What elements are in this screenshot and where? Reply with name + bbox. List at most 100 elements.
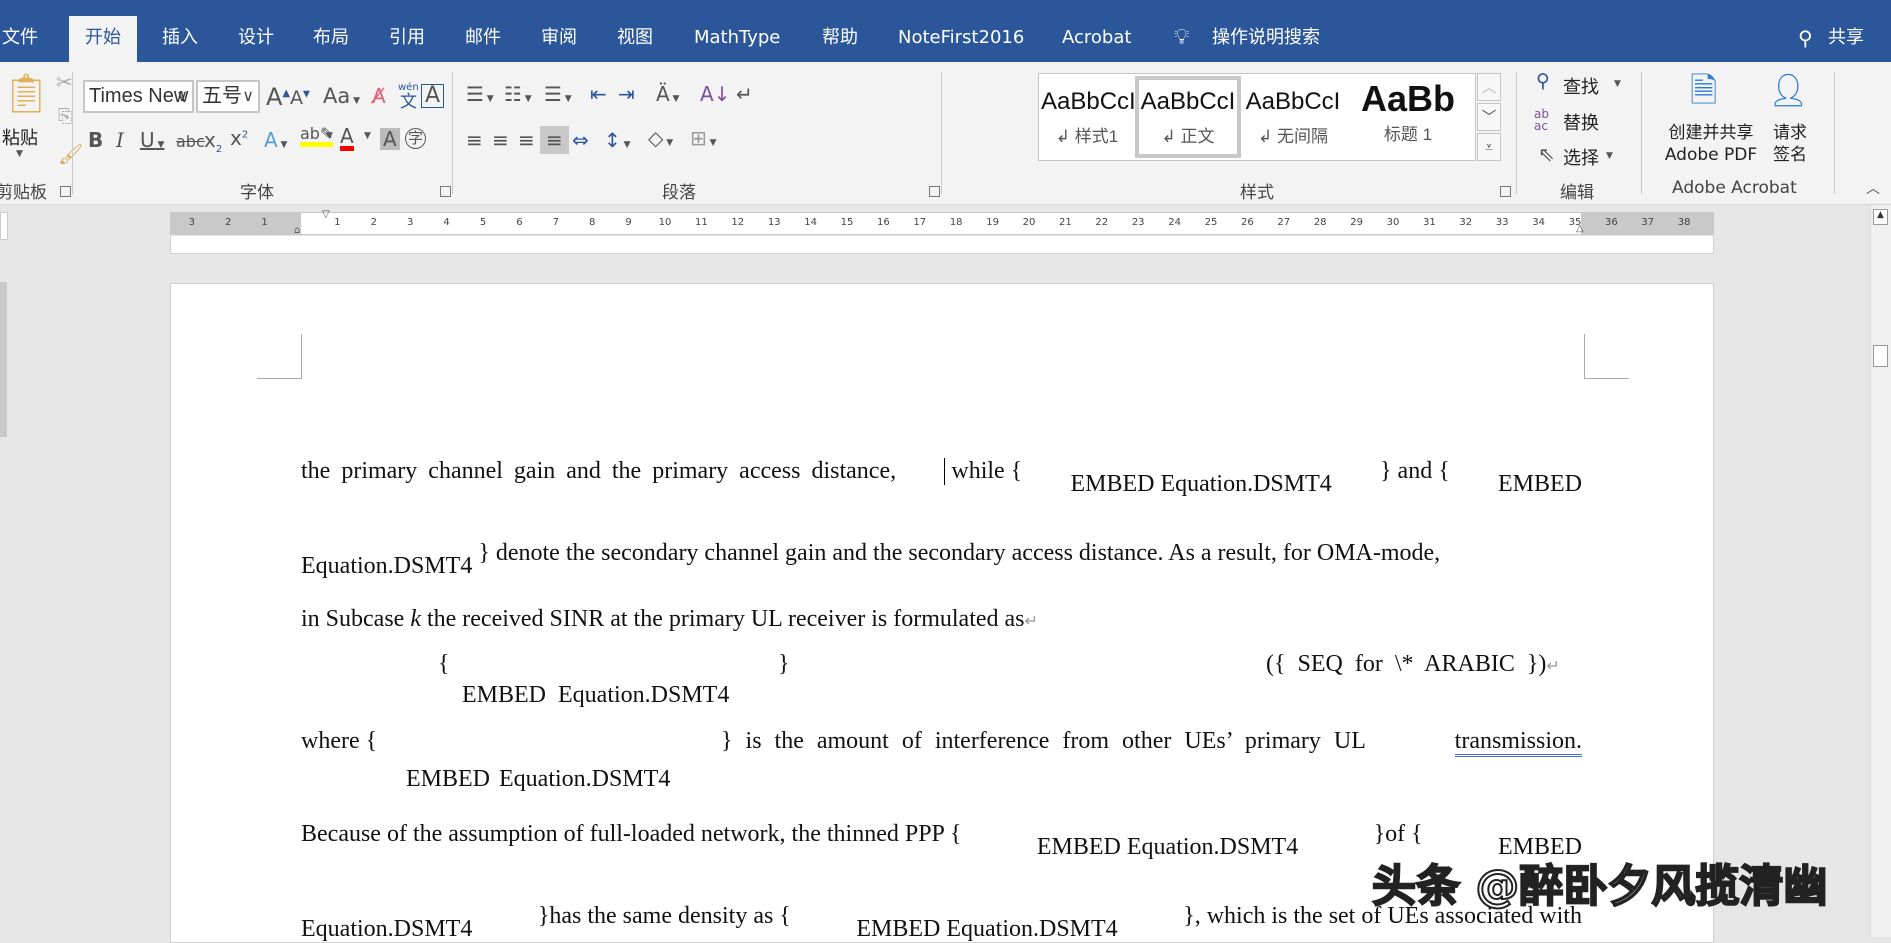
line-spacing-icon[interactable]: ↕ ▼ [604, 130, 631, 150]
tell-me-search[interactable]: 操作说明搜索 [1208, 16, 1324, 62]
collapse-ribbon-icon[interactable]: ︿ [1866, 182, 1880, 196]
chevron-down-icon[interactable]: ∨ [176, 82, 188, 111]
embed-field[interactable]: EMBED Equation.DSMT4 [462, 682, 729, 709]
tab-view[interactable]: 视图 [613, 16, 657, 62]
select-cursor-icon[interactable]: ⇖ [1538, 144, 1555, 164]
embed-field[interactable]: EMBED [1498, 471, 1582, 498]
numbering-icon[interactable]: ☷ ▼ [504, 84, 532, 104]
first-line-indent-marker[interactable]: ▽ [322, 209, 330, 220]
chinese-layout-icon[interactable]: Ä ▼ [656, 84, 679, 104]
change-case-icon[interactable]: Aa ▼ [323, 86, 360, 107]
embed-field[interactable]: EMBED Equation.DSMT4 [406, 766, 670, 793]
style-item[interactable]: AaBb 标题 1 [1343, 76, 1473, 158]
text-effects-icon[interactable]: A ▼ [264, 130, 287, 150]
scroll-thumb[interactable] [1873, 345, 1888, 367]
tab-review[interactable]: 审阅 [537, 16, 581, 62]
borders-icon[interactable]: ⊞ ▼ [690, 128, 717, 148]
find-dropdown-icon[interactable]: ▼ [1614, 80, 1621, 89]
find-icon[interactable]: ⚲ [1536, 72, 1550, 91]
tab-mathtype[interactable]: MathType [690, 16, 784, 62]
request-signature-icon[interactable]: 👤︎ [1768, 74, 1809, 106]
tab-home[interactable]: 开始 [69, 16, 137, 62]
gallery-scroll-down-button[interactable]: ﹀ [1477, 103, 1501, 131]
seq-field[interactable]: ({ SEQ for \* ARABIC }) [1266, 651, 1546, 677]
right-indent-marker[interactable]: △ [1576, 223, 1584, 234]
highlight-dropdown-icon[interactable]: ▼ [326, 132, 333, 141]
sort-icon[interactable]: A↓ [700, 84, 730, 104]
cut-icon[interactable]: ✂ [56, 72, 73, 92]
embed-field[interactable]: Equation.DSMT4 [301, 916, 472, 943]
tab-design[interactable]: 设计 [234, 16, 278, 62]
multilevel-list-icon[interactable]: ☰ ▼ [544, 84, 572, 104]
decrease-indent-icon[interactable]: ⇤ [590, 84, 607, 104]
style-item-selected[interactable]: AaBbCcI ↲ 正文 [1135, 76, 1241, 158]
character-border-icon[interactable]: A [421, 84, 445, 108]
bullets-icon[interactable]: ☰ ▼ [466, 84, 494, 104]
justify-icon[interactable]: ≡ [540, 126, 569, 154]
tab-help[interactable]: 帮助 [818, 16, 862, 62]
tab-layout[interactable]: 布局 [309, 16, 353, 62]
align-center-icon[interactable]: ≡ [492, 130, 509, 150]
grow-font-icon[interactable]: A▲ [266, 85, 290, 109]
format-painter-icon[interactable]: 🖌︎ [58, 144, 83, 164]
tab-notefirst[interactable]: NoteFirst2016 [894, 16, 1028, 62]
gallery-scroll-up-button[interactable]: ︿ [1477, 73, 1501, 101]
shrink-font-icon[interactable]: A▼ [290, 89, 310, 108]
italic-icon[interactable]: I [116, 130, 124, 150]
embed-field[interactable]: Equation.DSMT4 [301, 553, 472, 579]
ruler-tab-selector[interactable] [0, 212, 8, 240]
gallery-more-button[interactable]: ⩡ [1477, 133, 1501, 161]
underline-icon[interactable]: U ▼ [140, 130, 164, 150]
select-dropdown-icon[interactable]: ▼ [1606, 152, 1613, 161]
embed-field[interactable]: EMBED Equation.DSMT4 [1037, 834, 1298, 861]
font-color-icon[interactable]: A [340, 126, 354, 151]
share-button[interactable]: 共享 [1824, 16, 1868, 62]
style-item[interactable]: AaBbCcI ↲ 样式1 [1041, 76, 1136, 158]
tab-file[interactable]: 文件 [0, 16, 42, 62]
tab-acrobat[interactable]: Acrobat [1058, 16, 1135, 62]
request-signature-button[interactable]: 请求 签名 [1770, 122, 1810, 166]
copy-icon[interactable]: ⎘ [58, 108, 72, 126]
replace-button[interactable]: 替换 [1563, 109, 1599, 135]
clear-formatting-icon[interactable]: A̸ [372, 86, 386, 106]
chevron-down-icon[interactable]: ∨ [242, 82, 254, 111]
tab-mailings[interactable]: 邮件 [461, 16, 505, 62]
increase-indent-icon[interactable]: ⇥ [618, 84, 635, 104]
paste-button[interactable]: 粘贴 [2, 124, 38, 150]
character-shading-icon[interactable]: A [380, 128, 400, 150]
vertical-scrollbar[interactable]: ▲ [1870, 205, 1891, 937]
font-color-dropdown-icon[interactable]: ▼ [364, 132, 371, 141]
find-button[interactable]: 查找 [1563, 73, 1599, 99]
paste-icon[interactable]: 📋︎ [2, 74, 50, 112]
paragraph-launcher-icon[interactable] [929, 186, 940, 197]
create-pdf-icon[interactable]: 🗎︎ [1690, 74, 1717, 108]
clipboard-launcher-icon[interactable] [60, 186, 71, 197]
paste-dropdown-icon[interactable]: ▼ [16, 150, 23, 159]
select-button[interactable]: 选择 [1563, 144, 1599, 170]
style-item[interactable]: AaBbCcI ↲ 无间隔 [1243, 76, 1343, 158]
create-share-pdf-button[interactable]: 创建并共享 Adobe PDF [1660, 122, 1762, 166]
embed-field[interactable]: EMBED Equation.DSMT4 [1070, 471, 1331, 498]
superscript-icon[interactable]: x2 [230, 128, 248, 148]
bold-icon[interactable]: B [88, 130, 103, 150]
embed-field[interactable]: EMBED Equation.DSMT4 [856, 916, 1117, 943]
font-launcher-icon[interactable] [440, 186, 451, 197]
tab-insert[interactable]: 插入 [158, 16, 202, 62]
align-left-icon[interactable]: ≡ [466, 130, 483, 150]
styles-launcher-icon[interactable] [1500, 186, 1511, 197]
show-formatting-marks-icon[interactable]: ↵ [736, 84, 753, 104]
align-right-icon[interactable]: ≡ [518, 130, 535, 150]
enclose-characters-icon[interactable]: 字 [405, 128, 427, 149]
tab-references[interactable]: 引用 [385, 16, 429, 62]
horizontal-ruler[interactable]: 3 2 1 1 2 3 4 5 6 7 8 9 10 11 12 13 14 15 16 17 18 19 20 21 22 23… [170, 209, 1714, 236]
font-name-combo[interactable]: Times New R∨ [83, 80, 194, 113]
font-size-combo[interactable]: 五号 ∨ [196, 80, 260, 113]
strikethrough-icon[interactable]: abc [176, 134, 205, 150]
distributed-icon[interactable]: ⇔ [572, 130, 589, 150]
scroll-up-button[interactable]: ▲ [1873, 209, 1888, 225]
replace-icon[interactable]: ab ac [1534, 108, 1549, 132]
phonetic-guide-icon[interactable]: 文 [400, 94, 417, 111]
left-indent-marker[interactable]: ⌂ [294, 225, 300, 236]
spell-flagged-word[interactable]: transmission. [1454, 728, 1582, 757]
subscript-icon[interactable]: x2 [204, 130, 222, 155]
